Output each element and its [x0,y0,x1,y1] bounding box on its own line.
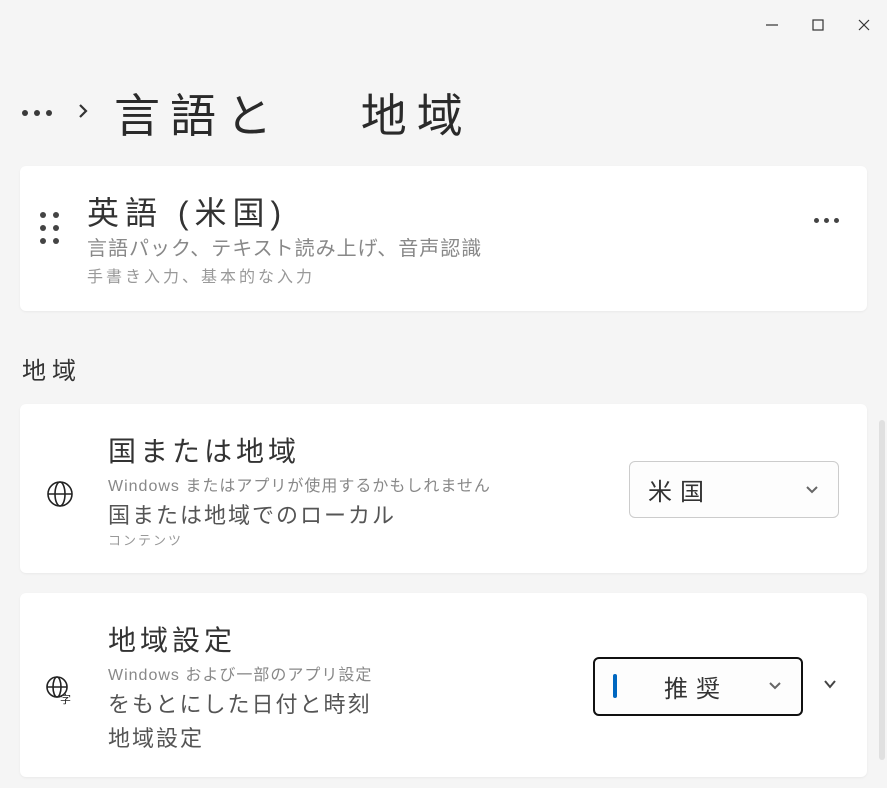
breadcrumb-ellipsis-icon[interactable] [22,110,52,116]
language-item-card[interactable]: 英語 (米国) 言語パック、テキスト読み上げ、音声認識 手書き入力、基本的な入力 [20,166,867,311]
maximize-button[interactable] [795,8,841,42]
globe-language-icon: 字 [40,675,80,705]
country-region-card: 国または地域 Windows またはアプリが使用するかもしれません 国または地域… [20,404,867,573]
regional-format-selected-value: 推奨 [664,669,728,704]
svg-text:字: 字 [60,692,71,705]
language-features-line1: 言語パック、テキスト読み上げ、音声認識 [87,232,786,261]
expand-button[interactable] [821,675,839,698]
regional-format-select[interactable]: 推奨 [593,657,803,716]
language-item-body: 英語 (米国) 言語パック、テキスト読み上げ、音声認識 手書き入力、基本的な入力 [87,188,786,287]
country-region-title: 国または地域 [108,430,601,470]
selection-accent [613,674,617,698]
breadcrumb: 言語と 地域 [0,50,887,166]
window-titlebar [0,0,887,50]
page-title: 言語と 地域 [114,80,473,146]
globe-icon [40,479,80,509]
language-name: 英語 (米国) [87,188,786,234]
regional-format-card: 字 地域設定 Windows および一部のアプリ設定 をもとにした日付と時刻 地… [20,593,867,777]
region-section-label: 地域 [22,351,887,386]
regional-format-title: 地域設定 [108,619,565,659]
minimize-button[interactable] [749,8,795,42]
language-more-button[interactable] [814,218,839,223]
scrollbar[interactable] [879,420,885,760]
regional-format-sub1: Windows および一部のアプリ設定 [108,661,565,685]
country-region-sub2: 国または地域でのローカル [108,498,601,530]
drag-handle-icon[interactable] [40,212,59,244]
regional-format-sub2: をもとにした日付と時刻 [108,687,565,719]
language-features-line2: 手書き入力、基本的な入力 [87,263,786,287]
country-region-sub1: Windows またはアプリが使用するかもしれません [108,472,601,496]
regional-format-body: 地域設定 Windows および一部のアプリ設定 をもとにした日付と時刻 地域設… [108,619,565,753]
close-button[interactable] [841,8,887,42]
chevron-down-icon [804,476,820,504]
country-region-body: 国または地域 Windows またはアプリが使用するかもしれません 国または地域… [108,430,601,549]
country-region-select[interactable]: 米国 [629,461,839,518]
country-region-selected-value: 米国 [648,472,712,507]
country-region-sub3: コンテンツ [108,530,601,549]
chevron-down-icon [767,672,783,700]
regional-format-sub3: 地域設定 [108,721,565,753]
chevron-right-icon [74,102,92,125]
